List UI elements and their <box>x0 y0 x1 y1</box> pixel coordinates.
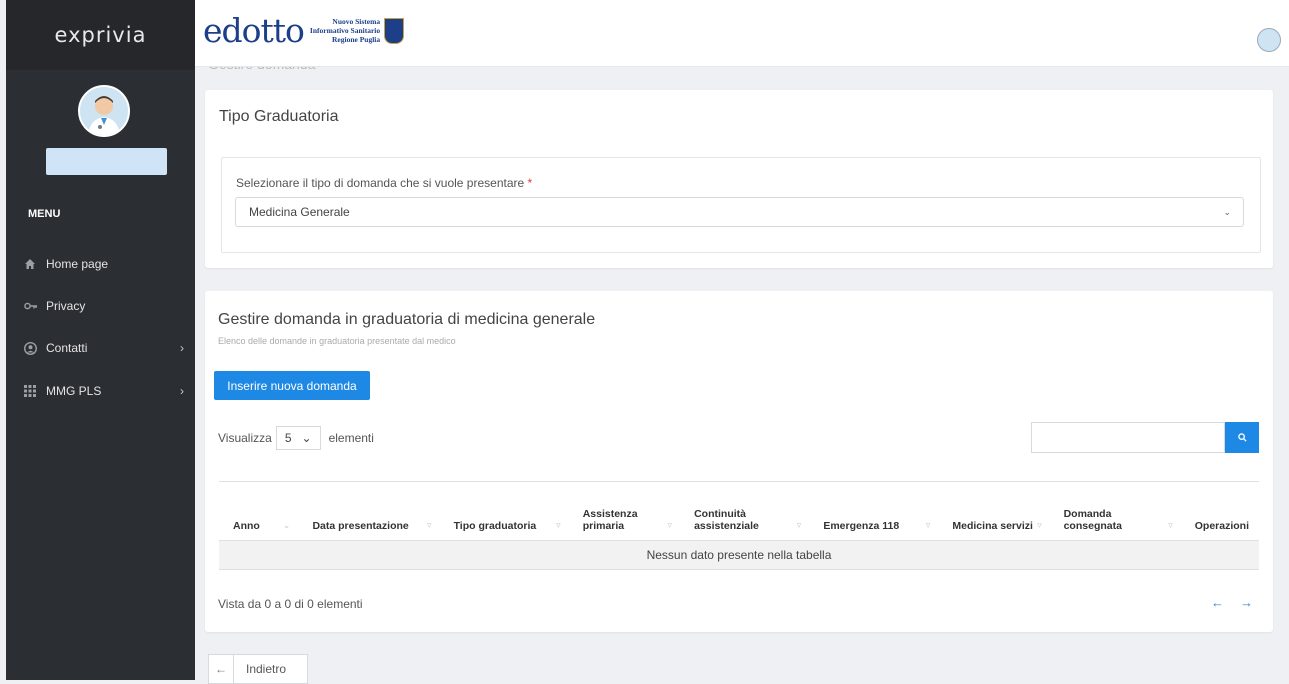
sidebar-item-privacy[interactable]: Privacy <box>24 295 184 317</box>
home-icon <box>24 258 46 270</box>
search-input[interactable] <box>1031 422 1225 453</box>
section-title: Gestire domanda in graduatoria di medici… <box>218 311 596 328</box>
selected-value: Medicina Generale <box>249 205 350 219</box>
card-title: Tipo Graduatoria <box>219 108 339 125</box>
back-label: Indietro <box>246 662 287 676</box>
sidebar-item-label: Privacy <box>46 299 86 313</box>
column-header-data-presentazione[interactable]: Data presentazione ▿ <box>298 481 440 541</box>
regione-puglia-crest-icon <box>384 17 405 44</box>
grid-icon <box>24 385 46 397</box>
sort-icon: ▿ <box>667 520 673 530</box>
sidebar: exprivia MENU Home page Privacy Contatti… <box>6 0 195 680</box>
show-suffix: elementi <box>328 431 374 445</box>
table-info: Vista da 0 a 0 di 0 elementi <box>218 597 363 611</box>
column-header-tipo-graduatoria[interactable]: Tipo graduatoria ▿ <box>439 481 569 541</box>
sort-icon: ▿ <box>1037 520 1042 530</box>
user-name-box <box>46 148 167 175</box>
sort-icon: ▿ <box>556 520 561 530</box>
user-circle-icon <box>24 341 46 355</box>
edotto-logo[interactable]: edotto Nuovo Sistema Informativo Sanitar… <box>203 11 405 50</box>
sidebar-item-label: MMG PLS <box>46 384 102 398</box>
required-mark: * <box>527 176 533 190</box>
section-subtitle: Elenco delle domande in graduatoria pres… <box>218 336 456 346</box>
brand-subtitle: Nuovo Sistema Informativo Sanitario Regi… <box>309 17 381 44</box>
sidebar-item-home[interactable]: Home page <box>24 253 184 275</box>
previous-page-icon[interactable]: ← <box>1211 595 1224 610</box>
column-header-medicina-servizi[interactable]: Medicina servizi ▿ <box>938 481 1050 541</box>
pagination: ← → <box>1211 595 1253 610</box>
sidebar-item-label: Contatti <box>46 341 88 355</box>
search-button[interactable] <box>1225 422 1259 453</box>
column-header-assistenza-primaria[interactable]: Assistenza primaria ▿ <box>568 481 681 541</box>
profile-avatar-icon[interactable] <box>1257 28 1281 52</box>
chevron-down-icon: ⌄ <box>301 431 312 445</box>
sort-icon: ▿ <box>427 520 432 530</box>
tipo-select-label: Selezionare il tipo di domanda che si vu… <box>236 176 533 190</box>
empty-table-message: Nessun dato presente nella tabella <box>219 540 1259 570</box>
tipo-graduatoria-card: Tipo Graduatoria Selezionare il tipo di … <box>205 90 1273 268</box>
chevron-down-icon: ⌄ <box>1223 206 1231 217</box>
column-header-continuita-assistenziale[interactable]: Continuità assistenziale ▿ <box>680 481 810 541</box>
sort-icon: ▿ <box>925 520 931 530</box>
key-icon <box>24 301 46 311</box>
column-header-emergenza-118[interactable]: Emergenza 118 ▿ <box>809 481 939 541</box>
sidebar-item-label: Home page <box>46 257 109 271</box>
sort-desc-icon: ⌄ <box>282 520 291 530</box>
column-header-anno[interactable]: Anno ⌄ <box>219 481 299 541</box>
page-size-select[interactable]: 5 ⌄ <box>275 426 321 450</box>
page-size-control: Visualizza 5 ⌄ elementi <box>218 426 374 450</box>
sidebar-item-contatti[interactable]: Contatti › <box>24 337 184 359</box>
exprivia-logo: exprivia <box>6 0 195 70</box>
tipo-select-panel: Selezionare il tipo di domanda che si vu… <box>221 157 1261 253</box>
chevron-right-icon: › <box>180 341 184 355</box>
menu-title: MENU <box>28 208 61 220</box>
arrow-left-icon: ← <box>209 655 234 683</box>
sidebar-item-mmg-pls[interactable]: MMG PLS › <box>24 380 184 402</box>
column-header-operazioni: Operazioni <box>1180 481 1259 541</box>
search-icon <box>1237 433 1247 442</box>
topbar: edotto Nuovo Sistema Informativo Sanitar… <box>195 0 1289 67</box>
chevron-right-icon: › <box>180 384 184 398</box>
new-domanda-button[interactable]: Inserire nuova domanda <box>214 371 370 400</box>
domande-card: Gestire domanda in graduatoria di medici… <box>205 291 1273 632</box>
show-label: Visualizza <box>218 431 272 445</box>
next-page-icon[interactable]: → <box>1240 595 1253 610</box>
tipo-domanda-select[interactable]: Medicina Generale ⌄ <box>235 197 1244 227</box>
brand-name: edotto <box>203 11 305 50</box>
table-row: Nessun dato presente nella tabella <box>219 540 1259 570</box>
domande-table: Anno ⌄ Data presentazione ▿ Tipo graduator… <box>219 481 1259 570</box>
sort-icon: ▿ <box>1168 520 1173 530</box>
column-header-domanda-consegnata[interactable]: Domanda consegnata ▿ <box>1049 481 1181 541</box>
sort-icon: ▿ <box>796 520 802 530</box>
user-avatar[interactable] <box>78 85 130 137</box>
